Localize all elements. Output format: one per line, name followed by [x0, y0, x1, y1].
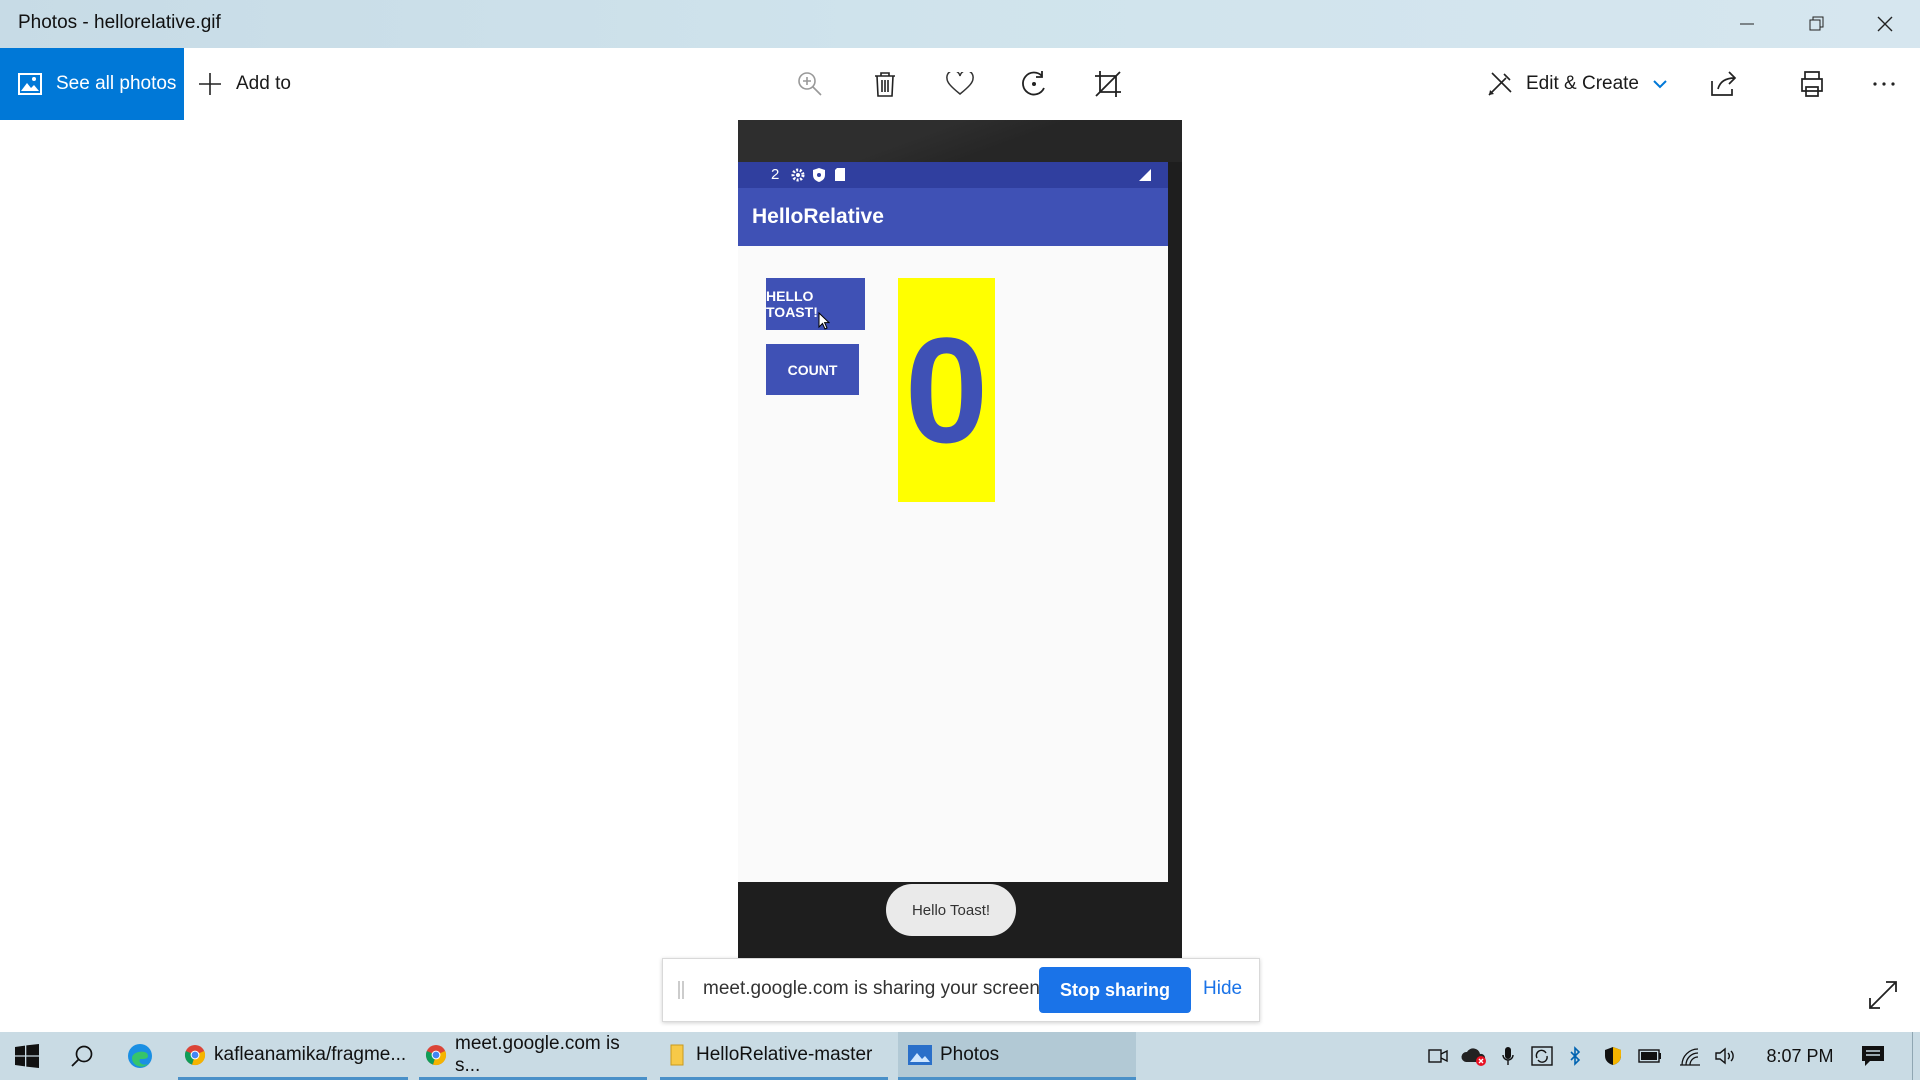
taskbar-item-chrome-2[interactable]: meet.google.com is s... [419, 1032, 647, 1080]
notifications-button[interactable] [1852, 1032, 1894, 1080]
restore-button[interactable] [1782, 0, 1852, 48]
minimize-button[interactable] [1712, 0, 1782, 48]
sharing-message: meet.google.com is sharing your screen. [703, 978, 1046, 999]
zoom-button[interactable] [780, 48, 840, 120]
minimize-icon [1740, 23, 1754, 25]
show-desktop-button[interactable] [1912, 1032, 1913, 1080]
close-icon [1877, 16, 1893, 32]
restore-icon [1809, 16, 1824, 31]
close-button[interactable] [1850, 0, 1920, 48]
delete-button[interactable] [855, 48, 915, 120]
android-status-bar: 2 [738, 162, 1168, 188]
count-button[interactable]: COUNT [766, 344, 859, 395]
share-button[interactable] [1694, 48, 1754, 120]
taskbar-item-photos[interactable]: Photos [898, 1032, 1136, 1080]
add-to-button[interactable]: Add to [198, 48, 291, 120]
edge-button[interactable] [116, 1032, 164, 1080]
wifi-icon[interactable] [1672, 1032, 1708, 1080]
meet-now-icon[interactable] [1420, 1032, 1456, 1080]
count-display: 0 [898, 278, 995, 502]
print-icon [1801, 71, 1823, 97]
folder-icon [670, 1044, 684, 1066]
bluetooth-icon[interactable] [1562, 1032, 1588, 1080]
chrome-icon [425, 1044, 447, 1066]
taskbar-item-label: HelloRelative-master [696, 1043, 873, 1065]
photo-image: 2 HelloRelative HELLO TOAST! COUNT 0 Hel… [738, 120, 1182, 960]
crop-button[interactable] [1078, 48, 1138, 120]
expand-icon [1869, 981, 1897, 1009]
more-icon [1873, 82, 1895, 86]
security-shield-icon[interactable] [1598, 1032, 1628, 1080]
trash-icon [875, 72, 895, 97]
toast-message: Hello Toast! [886, 884, 1016, 936]
clock[interactable]: 8:07 PM [1752, 1032, 1848, 1080]
windows-start-icon [15, 1044, 39, 1068]
notification-count: 2 [771, 166, 780, 183]
sync-icon[interactable] [1524, 1032, 1560, 1080]
shield-icon [812, 167, 826, 183]
see-all-photos-button[interactable]: See all photos [0, 48, 184, 120]
see-all-photos-label: See all photos [56, 73, 177, 94]
taskbar-item-label: Photos [940, 1043, 1000, 1065]
taskbar: kafleanamika/fragme... meet.google.com i… [0, 1032, 1920, 1080]
edit-create-label: Edit & Create [1526, 73, 1639, 94]
edit-create-icon [1486, 70, 1514, 98]
more-options-button[interactable] [1854, 48, 1914, 120]
hide-button[interactable]: Hide [1203, 978, 1242, 1000]
taskbar-item-label: kafleanamika/fragme... [214, 1043, 407, 1065]
taskbar-item-label: meet.google.com is s... [455, 1032, 620, 1076]
fullscreen-button[interactable] [1868, 980, 1898, 1010]
photos-icon [908, 1044, 932, 1065]
taskbar-item-chrome-1[interactable]: kafleanamika/fragme... [178, 1032, 408, 1080]
plus-icon [198, 72, 222, 96]
settings-icon [790, 167, 806, 183]
count-value: 0 [904, 306, 989, 474]
window-title: Photos - hellorelative.gif [18, 12, 221, 33]
edge-icon [128, 1044, 152, 1068]
device-screen: 2 HelloRelative HELLO TOAST! COUNT 0 [738, 162, 1168, 882]
toolbar: See all photos Add to Edit & Create [0, 48, 1920, 120]
app-title: HelloRelative [752, 205, 884, 228]
battery-icon[interactable] [1632, 1032, 1668, 1080]
share-icon [1711, 71, 1737, 96]
app-bar: HelloRelative [738, 188, 1168, 246]
print-button[interactable] [1782, 48, 1842, 120]
search-icon [71, 1045, 93, 1067]
chrome-icon [184, 1044, 206, 1066]
start-button[interactable] [0, 1032, 54, 1080]
volume-icon[interactable] [1708, 1032, 1744, 1080]
crop-icon [1095, 71, 1121, 97]
photo-icon [18, 73, 42, 95]
edit-create-button[interactable]: Edit & Create [1486, 48, 1667, 120]
search-button[interactable] [58, 1032, 106, 1080]
onedrive-icon[interactable] [1456, 1032, 1492, 1080]
hello-toast-button[interactable]: HELLO TOAST! [766, 278, 865, 330]
add-to-label: Add to [236, 73, 291, 94]
drag-handle-icon[interactable] [677, 981, 685, 999]
rotate-button[interactable] [1004, 48, 1064, 120]
action-center-icon [1862, 1046, 1884, 1066]
taskbar-item-explorer[interactable]: HelloRelative-master [660, 1032, 888, 1080]
rotate-icon [1022, 71, 1045, 96]
screen-sharing-bar: meet.google.com is sharing your screen. … [662, 958, 1260, 1022]
favorite-button[interactable] [930, 48, 990, 120]
microphone-icon[interactable] [1490, 1032, 1526, 1080]
device-frame-top [738, 120, 1182, 162]
stop-sharing-button[interactable]: Stop sharing [1039, 967, 1191, 1013]
title-bar: Photos - hellorelative.gif [0, 0, 1920, 48]
zoom-icon [798, 72, 822, 96]
chevron-down-icon [1653, 79, 1667, 89]
mouse-cursor-icon [818, 312, 830, 330]
sd-card-icon [834, 167, 846, 182]
heart-icon [946, 72, 974, 95]
signal-icon [1138, 168, 1152, 182]
